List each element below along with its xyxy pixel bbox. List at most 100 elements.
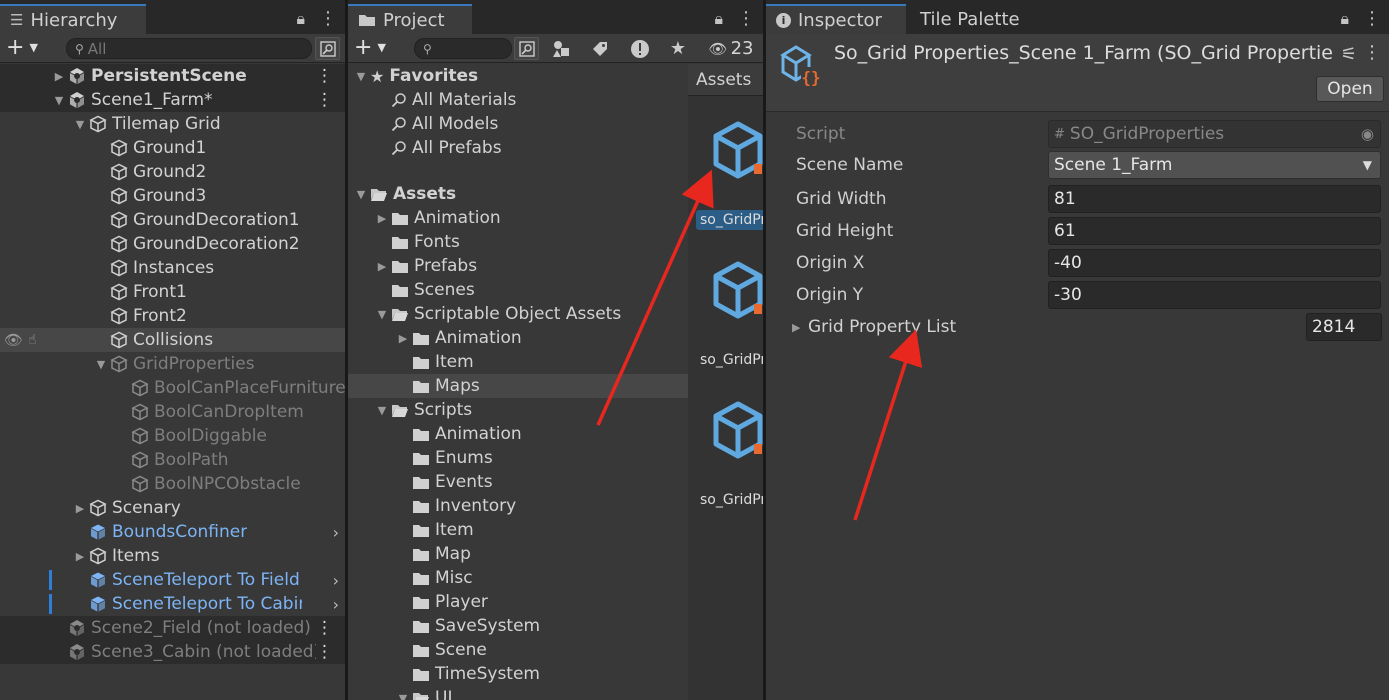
chevron-right-icon[interactable]: ›: [333, 571, 339, 590]
scene-visibility-button[interactable]: [315, 37, 340, 60]
hierarchy-search[interactable]: ⚲ All: [66, 38, 312, 59]
project-search[interactable]: ⚲: [414, 38, 512, 59]
hierarchy-item[interactable]: BoundsConfiner ›: [0, 520, 345, 544]
project-folder-item[interactable]: SaveSystem: [348, 614, 688, 638]
object-picker-icon[interactable]: ◉: [1361, 125, 1374, 143]
hierarchy-item[interactable]: GroundDecoration2: [0, 232, 345, 256]
open-button[interactable]: Open: [1316, 76, 1384, 102]
hierarchy-item[interactable]: Ground2: [0, 160, 345, 184]
filter-by-log-button[interactable]: [626, 37, 654, 60]
project-folder-item[interactable]: Fonts: [348, 230, 688, 254]
kebab-menu-icon[interactable]: ⋮: [316, 66, 333, 86]
filter-by-type-button[interactable]: [548, 37, 576, 60]
script-field[interactable]: # SO_GridProperties ◉: [1048, 120, 1381, 148]
project-folder-item[interactable]: ▼ ★ Favorites: [348, 64, 688, 88]
create-button[interactable]: + ▼: [6, 37, 38, 59]
project-folder-item[interactable]: Maps: [348, 374, 688, 398]
pickability-hand-icon[interactable]: ☝: [28, 332, 37, 348]
project-folder-item[interactable]: ▼ Assets: [348, 182, 688, 206]
hierarchy-item[interactable]: GroundDecoration1: [0, 208, 345, 232]
asset-item[interactable]: so_GridProperties_Scene2_Field: [696, 254, 763, 374]
chevron-down-icon[interactable]: ▼: [396, 692, 410, 700]
kebab-menu-icon[interactable]: ⋮: [319, 8, 337, 29]
chevron-right-icon[interactable]: ›: [333, 595, 339, 614]
tab-project[interactable]: Project: [348, 4, 472, 34]
hierarchy-item[interactable]: BoolCanDropItem: [0, 400, 345, 424]
project-folder-item[interactable]: ▶ Animation: [348, 206, 688, 230]
chevron-down-icon[interactable]: ▼: [94, 358, 108, 371]
project-folder-item[interactable]: Map: [348, 542, 688, 566]
chevron-down-icon[interactable]: ▼: [354, 70, 368, 83]
lock-icon[interactable]: 🔒︎: [296, 9, 305, 29]
origin-y-field[interactable]: -30: [1048, 281, 1381, 309]
hierarchy-item[interactable]: SceneTeleport To Field ›: [0, 568, 345, 592]
project-folder-item[interactable]: Animation: [348, 422, 688, 446]
origin-x-field[interactable]: -40: [1048, 249, 1381, 277]
favorite-search-item[interactable]: All Prefabs: [348, 136, 688, 160]
hidden-packages-toggle[interactable]: 👁︎ 23: [704, 37, 758, 60]
lock-icon[interactable]: 🔒︎: [1340, 9, 1349, 29]
chevron-down-icon[interactable]: ▼: [73, 118, 87, 131]
hierarchy-item[interactable]: Ground1: [0, 136, 345, 160]
kebab-menu-icon[interactable]: ⋮: [1363, 8, 1381, 29]
project-folder-item[interactable]: Player: [348, 590, 688, 614]
asset-item[interactable]: so_GridProperties_Scene1_Farm: [696, 114, 763, 234]
favorite-button[interactable]: ★: [664, 37, 692, 60]
create-asset-button[interactable]: + ▼: [354, 37, 386, 59]
chevron-right-icon[interactable]: ▶: [792, 321, 808, 334]
project-folder-item[interactable]: ▼ Scriptable Object Assets: [348, 302, 688, 326]
hierarchy-item[interactable]: Scene2_Field (not loaded) ⋮: [0, 616, 345, 640]
breadcrumb[interactable]: Assets: [688, 64, 763, 96]
chevron-right-icon[interactable]: ▶: [73, 502, 87, 515]
breadcrumb-assets[interactable]: Assets: [696, 70, 751, 90]
project-folder-item[interactable]: ▼ Scripts: [348, 398, 688, 422]
asset-item[interactable]: so_GridProperties_Scene3_Cabin: [696, 394, 763, 514]
grid-property-list-row[interactable]: ▶ Grid Property List 2814: [792, 313, 1382, 341]
tab-inspector[interactable]: i Inspector: [766, 4, 906, 34]
project-folder-item[interactable]: ▶ Animation: [348, 326, 688, 350]
settings-sliders-icon[interactable]: ⚟: [1341, 44, 1357, 65]
grid-width-field[interactable]: 81: [1048, 185, 1381, 213]
lock-icon[interactable]: 🔒︎: [714, 9, 723, 29]
hierarchy-item[interactable]: ▶ Scenary: [0, 496, 345, 520]
kebab-menu-icon[interactable]: ⋮: [737, 8, 755, 29]
tab-tile-palette[interactable]: Tile Palette: [910, 4, 1040, 34]
hierarchy-item[interactable]: BoolPath: [0, 448, 345, 472]
hierarchy-item[interactable]: Front1: [0, 280, 345, 304]
hierarchy-item[interactable]: ▶ Items: [0, 544, 345, 568]
filter-by-label-button[interactable]: [586, 37, 614, 60]
hierarchy-item[interactable]: 👁︎ ☝ Collisions: [0, 328, 345, 352]
project-folder-item[interactable]: Misc: [348, 566, 688, 590]
hierarchy-item[interactable]: ▼ GridProperties: [0, 352, 345, 376]
favorite-search-item[interactable]: All Materials: [348, 88, 688, 112]
chevron-down-icon[interactable]: ▼: [375, 404, 389, 417]
hierarchy-item[interactable]: BoolDiggable: [0, 424, 345, 448]
hierarchy-item[interactable]: ▼ Scene1_Farm* ⋮: [0, 88, 345, 112]
chevron-down-icon[interactable]: ▼: [52, 94, 66, 107]
grid-height-field[interactable]: 61: [1048, 217, 1381, 245]
project-folder-item[interactable]: Item: [348, 350, 688, 374]
chevron-right-icon[interactable]: ›: [333, 523, 339, 542]
scene-name-dropdown[interactable]: Scene 1_Farm ▼: [1048, 151, 1381, 179]
project-folder-item[interactable]: Item: [348, 518, 688, 542]
hierarchy-item[interactable]: Scene3_Cabin (not loaded) ⋮: [0, 640, 345, 664]
hierarchy-item[interactable]: Ground3: [0, 184, 345, 208]
visibility-eye-icon[interactable]: 👁︎: [4, 331, 23, 349]
chevron-right-icon[interactable]: ▶: [52, 70, 66, 83]
project-folder-item[interactable]: Enums: [348, 446, 688, 470]
chevron-right-icon[interactable]: ▶: [396, 332, 410, 345]
grid-property-list-size[interactable]: 2814: [1306, 313, 1382, 341]
hierarchy-item[interactable]: BoolCanPlaceFurniture: [0, 376, 345, 400]
chevron-down-icon[interactable]: ▼: [375, 308, 389, 321]
tab-hierarchy[interactable]: ☰ Hierarchy: [0, 4, 146, 34]
chevron-down-icon[interactable]: ▼: [354, 188, 368, 201]
project-folder-item[interactable]: TimeSystem: [348, 662, 688, 686]
hierarchy-item[interactable]: Instances: [0, 256, 345, 280]
project-folder-item[interactable]: ▶ Prefabs: [348, 254, 688, 278]
hierarchy-item[interactable]: Front2: [0, 304, 345, 328]
favorite-search-item[interactable]: All Models: [348, 112, 688, 136]
chevron-right-icon[interactable]: ▶: [375, 260, 389, 273]
project-folder-item[interactable]: ▼ UI: [348, 686, 688, 700]
hierarchy-item[interactable]: ▶ PersistentScene ⋮: [0, 64, 345, 88]
hierarchy-item[interactable]: ▼ Tilemap Grid: [0, 112, 345, 136]
